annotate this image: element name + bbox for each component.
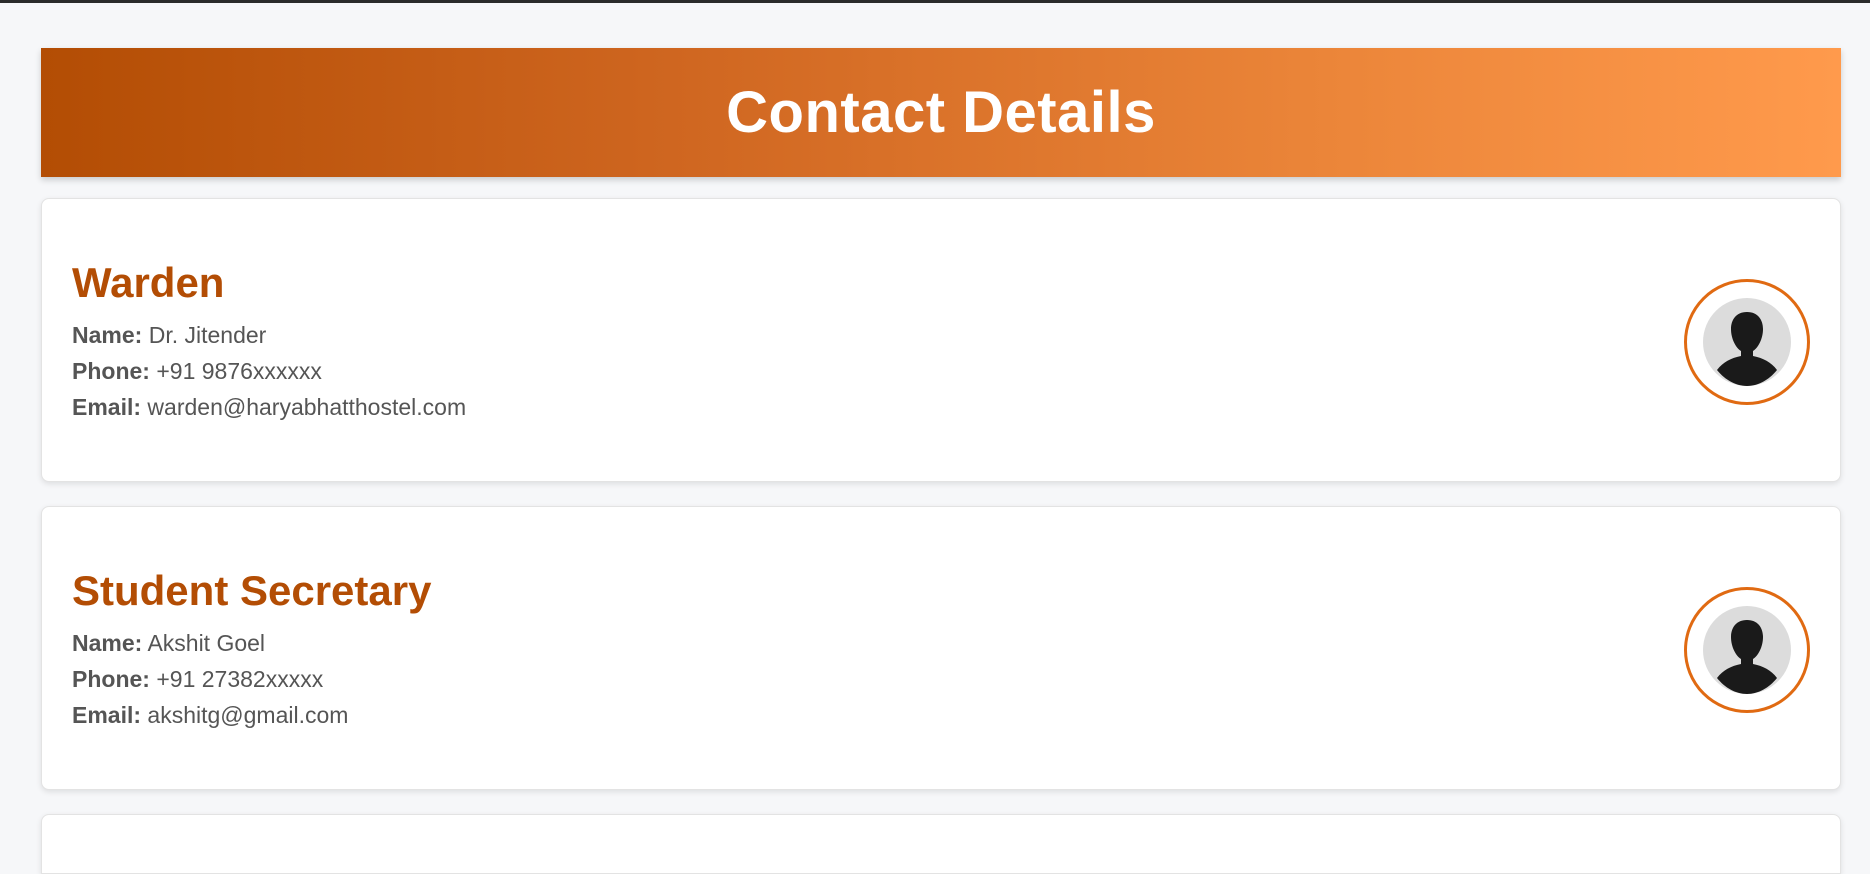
window-top-border <box>0 0 1870 3</box>
contact-page: Contact Details Warden Name: Dr. Jitende… <box>41 48 1841 874</box>
contact-info: Student Secretary Name: Akshit Goel Phon… <box>72 567 431 733</box>
name-label: Name: <box>72 322 143 348</box>
contact-email: akshitg@gmail.com <box>147 702 349 728</box>
email-label: Email: <box>72 394 142 420</box>
phone-label: Phone: <box>72 666 150 692</box>
contact-phone-row: Phone: +91 27382xxxxx <box>72 661 431 697</box>
avatar <box>1684 279 1810 405</box>
contact-phone: +91 27382xxxxx <box>156 666 324 692</box>
contact-name-row: Name: Akshit Goel <box>72 625 431 661</box>
contact-info: Warden Name: Dr. Jitender Phone: +91 987… <box>72 259 466 425</box>
phone-label: Phone: <box>72 358 150 384</box>
name-label: Name: <box>72 630 143 656</box>
contact-role: Student Secretary <box>72 567 432 614</box>
avatar <box>1684 587 1810 713</box>
page-title: Contact Details <box>726 80 1156 145</box>
contact-email-row: Email: warden@haryabhatthostel.com <box>72 389 466 425</box>
page-header: Contact Details <box>41 48 1841 177</box>
contact-name: Dr. Jitender <box>148 322 267 348</box>
email-label: Email: <box>72 702 142 728</box>
contact-card-partial <box>41 814 1841 874</box>
contact-card-student-secretary: Student Secretary Name: Akshit Goel Phon… <box>41 506 1841 790</box>
contact-role: Warden <box>72 259 225 306</box>
contact-name-row: Name: Dr. Jitender <box>72 317 466 353</box>
person-silhouette-icon <box>1703 298 1791 386</box>
contact-card-warden: Warden Name: Dr. Jitender Phone: +91 987… <box>41 198 1841 482</box>
contact-phone-row: Phone: +91 9876xxxxxx <box>72 353 466 389</box>
person-silhouette-icon <box>1703 606 1791 694</box>
contact-email-row: Email: akshitg@gmail.com <box>72 697 431 733</box>
contact-email: warden@haryabhatthostel.com <box>147 394 467 420</box>
contact-phone: +91 9876xxxxxx <box>156 358 322 384</box>
contact-name: Akshit Goel <box>147 630 266 656</box>
